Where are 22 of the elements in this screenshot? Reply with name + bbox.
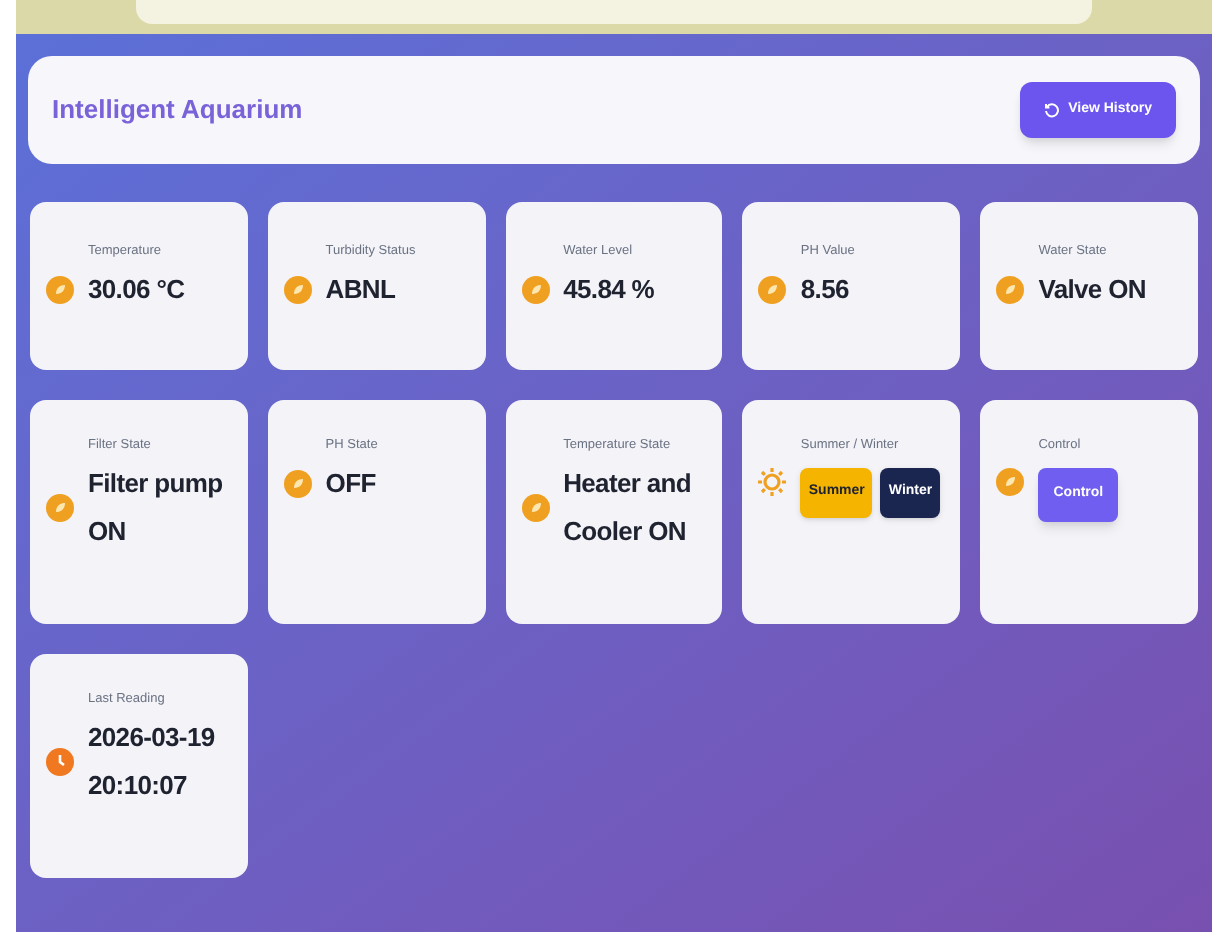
- card-value: Valve ON: [1038, 271, 1146, 307]
- leaf-icon: [46, 493, 74, 521]
- app-title: Intelligent Aquarium: [52, 92, 303, 129]
- card-value: Heater and Cooler ON: [563, 465, 694, 549]
- card-value: 2026-03-19 20:10:07: [88, 719, 217, 803]
- leaf-icon: [283, 275, 312, 303]
- leaf-icon: [996, 275, 1025, 303]
- leaf-icon: [521, 493, 550, 521]
- card-value: Filter pump ON: [88, 465, 225, 549]
- leaf-icon: [283, 469, 312, 497]
- leaf-icon: [996, 467, 1025, 495]
- card-value: ABNL: [325, 271, 396, 307]
- card-value: 8.56: [800, 271, 849, 307]
- leaf-icon: [521, 275, 550, 303]
- card-value: 30.06 °C: [88, 271, 185, 307]
- clock-icon: [46, 747, 74, 775]
- leaf-icon: [758, 275, 787, 303]
- card-value: OFF: [325, 465, 376, 501]
- sun-icon: [758, 467, 787, 495]
- history-icon: [1044, 102, 1061, 118]
- leaf-icon: [46, 275, 74, 303]
- card-value: 45.84 %: [563, 271, 655, 307]
